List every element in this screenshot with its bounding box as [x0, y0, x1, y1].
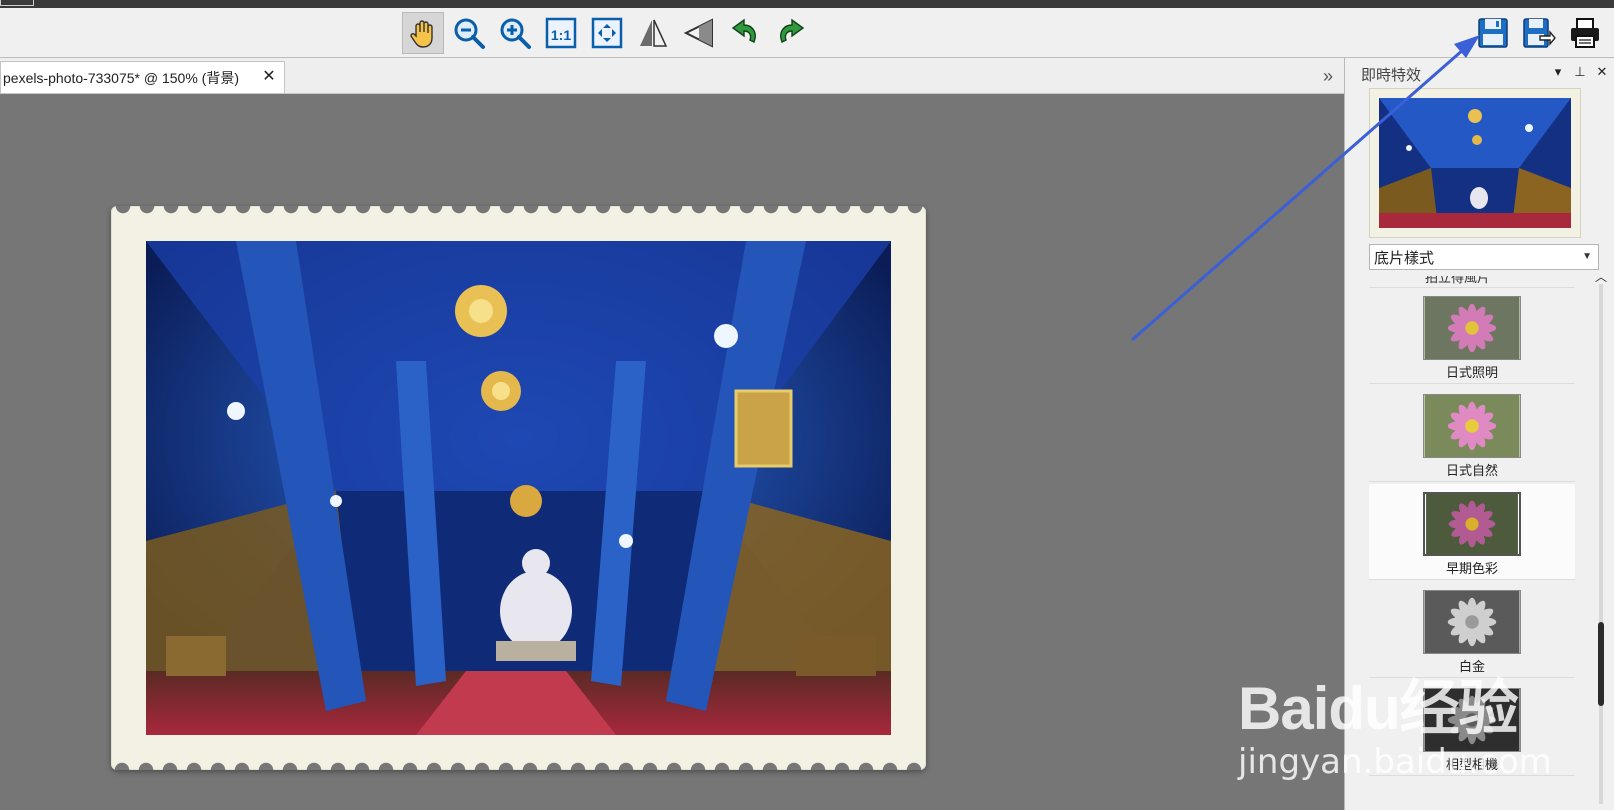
rotate-right-icon	[780, 18, 805, 43]
frame-scallop-bottom	[111, 760, 926, 770]
close-tab-icon[interactable]: ✕	[260, 68, 278, 86]
document-tab-title: pexels-photo-733075* @ 150% (背景)	[3, 69, 240, 86]
rotate-right-button[interactable]	[770, 12, 812, 54]
perspective-button[interactable]	[678, 12, 720, 54]
fit-window-icon	[591, 17, 623, 49]
temple-photo	[146, 241, 891, 735]
fit-window-button[interactable]	[586, 12, 628, 54]
effect-item[interactable]: 日式自然	[1369, 386, 1575, 482]
zoom-in-icon	[500, 18, 531, 49]
panel-header: 即時特效 ▾ ⊥ ✕	[1345, 58, 1614, 88]
save-button[interactable]	[1472, 12, 1514, 54]
panel-title: 即時特效	[1361, 67, 1422, 84]
zoom-out-icon	[454, 18, 485, 49]
preset-dropdown[interactable]: 底片樣式 ▼	[1369, 244, 1599, 270]
document-tab-bar: pexels-photo-733075* @ 150% (背景) ✕ »	[0, 58, 1344, 94]
actual-size-text: 1:1	[551, 27, 571, 43]
hand-tool-button[interactable]	[402, 12, 444, 54]
effect-label: 拍立得風片	[1425, 276, 1491, 285]
flip-horizontal-button[interactable]	[632, 12, 674, 54]
effect-label: 日式自然	[1445, 463, 1498, 478]
watermark: Baidu经验 jingyan.baidu.com	[1238, 640, 1552, 790]
chevron-down-icon: ▼	[1582, 251, 1592, 262]
menu-bar	[0, 0, 1614, 8]
frame-scallop-top	[111, 206, 926, 216]
scroll-up-icon[interactable]: ︿	[1593, 268, 1609, 284]
close-panel-icon[interactable]: ✕	[1595, 64, 1609, 80]
print-button[interactable]	[1564, 12, 1606, 54]
perspective-icon	[683, 18, 713, 48]
actual-size-icon: 1:1	[545, 17, 577, 49]
zoom-out-button[interactable]	[448, 12, 490, 54]
save-as-icon	[1523, 18, 1556, 48]
save-as-button[interactable]	[1518, 12, 1560, 54]
preset-dropdown-value: 底片樣式	[1374, 249, 1435, 267]
hand-icon	[410, 20, 433, 48]
effect-thumbnail	[1423, 394, 1521, 458]
zoom-in-button[interactable]	[494, 12, 536, 54]
effect-label: 早期色彩	[1445, 561, 1498, 576]
effect-preview	[1369, 88, 1581, 238]
effect-label: 日式照明	[1445, 365, 1498, 380]
image-canvas[interactable]	[0, 94, 1344, 810]
actual-size-button[interactable]: 1:1	[540, 12, 582, 54]
photo-frame	[111, 206, 926, 770]
panel-controls: ▾ ⊥ ✕	[1551, 64, 1609, 80]
pin-icon[interactable]: ⊥	[1573, 64, 1587, 80]
photo-editor-window: 1:1 pexels-photo-733075* @ 150% (背景) ✕ »…	[0, 0, 1614, 810]
effect-item[interactable]: 早期色彩	[1369, 484, 1575, 580]
tab-overflow-icon[interactable]: »	[1318, 66, 1338, 86]
flip-horizontal-icon	[640, 19, 668, 47]
rotate-left-button[interactable]	[724, 12, 766, 54]
effect-thumbnail	[1423, 492, 1521, 556]
preview-image	[1379, 98, 1571, 228]
scroll-track[interactable]	[1599, 284, 1603, 804]
rotate-left-icon	[731, 18, 756, 43]
effect-thumbnail	[1423, 296, 1521, 360]
save-icon	[1478, 18, 1508, 48]
panel-menu-icon[interactable]: ▾	[1551, 64, 1565, 80]
watermark-url: jingyan.baidu.com	[1238, 742, 1552, 782]
effects-scrollbar[interactable]: ︿	[1593, 266, 1609, 806]
main-toolbar: 1:1	[0, 8, 1614, 58]
window-menu-stub[interactable]	[0, 0, 34, 6]
effect-item[interactable]: 日式照明	[1369, 288, 1575, 384]
watermark-brand: Baidu经验	[1238, 675, 1519, 742]
document-tab[interactable]: pexels-photo-733075* @ 150% (背景) ✕	[0, 61, 285, 93]
scroll-thumb[interactable]	[1598, 622, 1604, 706]
effect-item-partial[interactable]: 拍立得風片	[1369, 276, 1575, 288]
printer-icon	[1571, 18, 1599, 48]
